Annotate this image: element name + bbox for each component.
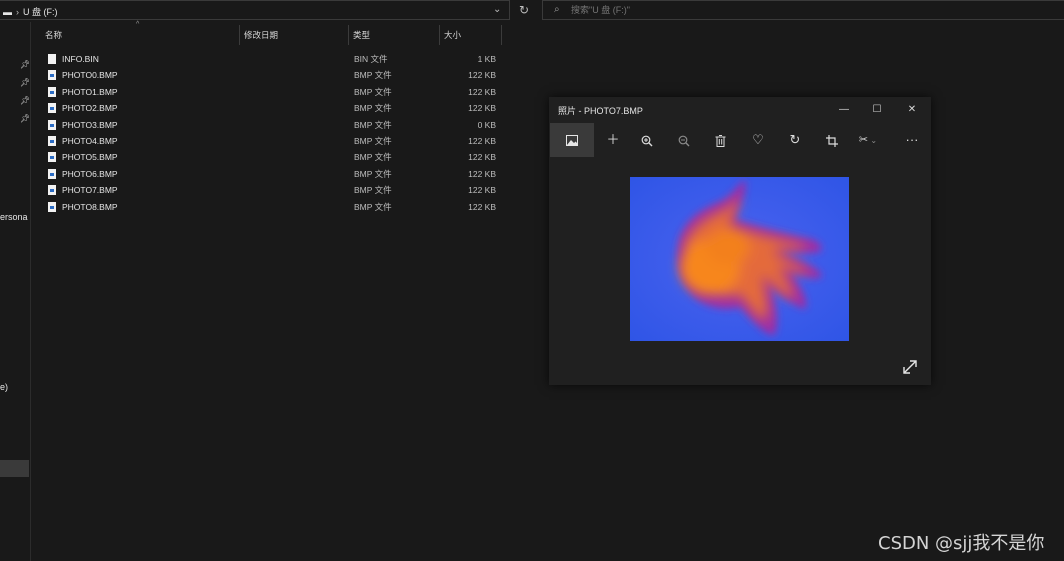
bmp-file-icon	[48, 168, 56, 179]
favorite-icon[interactable]: ♡	[740, 123, 776, 157]
hand-thermal-image	[630, 177, 849, 341]
file-size: 122 KB	[468, 152, 496, 163]
file-type: BMP 文件	[354, 185, 392, 196]
zoom-in-icon[interactable]	[629, 123, 665, 157]
search-icon: ⌕	[554, 4, 560, 15]
breadcrumb-item-drive[interactable]: U 盘 (F:)	[23, 7, 58, 17]
bmp-file-icon	[48, 201, 56, 212]
breadcrumb: ▬ › U 盘 (F:)	[3, 5, 58, 18]
close-button[interactable]: ✕	[899, 101, 925, 119]
bmp-file-icon	[48, 152, 56, 163]
file-size: 122 KB	[468, 168, 496, 179]
pin-icon: 📌︎	[20, 60, 31, 69]
chevron-down-icon[interactable]: ⌄	[493, 4, 501, 15]
file-size: 1 KB	[477, 54, 496, 64]
file-icon	[48, 54, 56, 64]
navigation-pane: 📌︎ 📌︎ 📌︎ 📌︎ ersona e)	[0, 22, 31, 561]
file-name: PHOTO8.BMP	[62, 201, 118, 212]
file-row[interactable]: PHOTO4.BMP BMP 文件 122 KB	[40, 133, 510, 149]
window-title: 照片 - PHOTO7.BMP	[558, 106, 643, 116]
drive-icon: ▬	[3, 7, 12, 17]
search-input[interactable]	[571, 3, 871, 17]
file-size: 122 KB	[468, 103, 496, 114]
bmp-file-icon	[48, 185, 56, 196]
file-list: INFO.BIN BIN 文件 1 KB PHOTO0.BMP BMP 文件 122 K…	[40, 51, 510, 215]
file-name: PHOTO4.BMP	[62, 135, 118, 146]
file-name: PHOTO0.BMP	[62, 70, 118, 81]
file-row[interactable]: PHOTO7.BMP BMP 文件 122 KB	[40, 182, 510, 198]
file-type: BMP 文件	[354, 103, 392, 114]
nav-item-selected[interactable]	[0, 460, 29, 477]
image-icon	[566, 135, 578, 147]
crop-icon[interactable]	[814, 123, 850, 157]
file-row[interactable]: PHOTO3.BMP BMP 文件 0 KB	[40, 117, 510, 133]
file-size: 122 KB	[468, 135, 496, 146]
column-header-date[interactable]: 修改日期	[240, 25, 349, 45]
file-size: 122 KB	[468, 86, 496, 97]
file-name: PHOTO3.BMP	[62, 119, 118, 130]
file-type: BIN 文件	[354, 54, 388, 64]
file-row[interactable]: PHOTO2.BMP BMP 文件 122 KB	[40, 100, 510, 116]
watermark: CSDN @sjj我不是你	[878, 533, 1045, 554]
file-name: PHOTO7.BMP	[62, 185, 118, 196]
rotate-icon[interactable]: ↻	[777, 123, 813, 157]
file-type: BMP 文件	[354, 135, 392, 146]
file-name: PHOTO1.BMP	[62, 86, 118, 97]
image-info-button[interactable]	[550, 123, 594, 157]
pin-icon: 📌︎	[20, 96, 31, 105]
minimize-button[interactable]: —	[831, 101, 857, 119]
file-name: PHOTO6.BMP	[62, 168, 118, 179]
file-row[interactable]: PHOTO1.BMP BMP 文件 122 KB	[40, 84, 510, 100]
address-field[interactable]: ▬ › U 盘 (F:) ⌄	[0, 0, 510, 20]
column-header-type[interactable]: 类型	[349, 25, 440, 45]
bmp-file-icon	[48, 135, 56, 146]
file-type: BMP 文件	[354, 119, 392, 130]
search-box[interactable]: ⌕	[542, 0, 1064, 20]
add-icon[interactable]: ＋	[595, 123, 631, 157]
maximize-button[interactable]: ☐	[864, 101, 890, 119]
chevron-right-icon: ›	[16, 7, 19, 17]
nav-item-personal[interactable]: ersona	[0, 212, 28, 222]
edit-icon[interactable]: ✂ ⌄	[850, 123, 886, 157]
file-size: 0 KB	[477, 119, 496, 130]
delete-icon[interactable]	[702, 123, 738, 157]
photos-window: 照片 - PHOTO7.BMP — ☐ ✕ ＋ ♡ ↻ ✂ ⌄ ···	[549, 97, 931, 385]
column-header-size[interactable]: 大小	[440, 25, 502, 45]
file-name: INFO.BIN	[62, 54, 99, 64]
file-row[interactable]: PHOTO6.BMP BMP 文件 122 KB	[40, 166, 510, 182]
file-name: PHOTO5.BMP	[62, 152, 118, 163]
file-type: BMP 文件	[354, 70, 392, 81]
bmp-file-icon	[48, 119, 56, 130]
file-row[interactable]: INFO.BIN BIN 文件 1 KB	[40, 51, 510, 67]
bmp-file-icon	[48, 70, 56, 81]
file-type: BMP 文件	[354, 86, 392, 97]
more-icon[interactable]: ···	[894, 123, 930, 157]
file-size: 122 KB	[468, 70, 496, 81]
zoom-out-icon[interactable]	[666, 123, 702, 157]
file-type: BMP 文件	[354, 168, 392, 179]
refresh-icon[interactable]: ↻	[516, 2, 532, 18]
file-type: BMP 文件	[354, 152, 392, 163]
expand-icon[interactable]	[901, 358, 919, 376]
file-size: 122 KB	[468, 185, 496, 196]
file-row[interactable]: PHOTO0.BMP BMP 文件 122 KB	[40, 67, 510, 83]
address-bar: ▬ › U 盘 (F:) ⌄ ↻ ⌕	[0, 0, 1064, 22]
pin-icon: 📌︎	[20, 114, 31, 123]
column-header-name[interactable]: 名称	[41, 25, 240, 45]
bmp-file-icon	[48, 103, 56, 114]
nav-item-drive[interactable]: e)	[0, 382, 8, 392]
bmp-file-icon	[48, 86, 56, 97]
pin-icon: 📌︎	[20, 78, 31, 87]
file-row[interactable]: PHOTO5.BMP BMP 文件 122 KB	[40, 149, 510, 165]
file-type: BMP 文件	[354, 201, 392, 212]
file-size: 122 KB	[468, 201, 496, 212]
thermal-image	[630, 177, 849, 341]
file-name: PHOTO2.BMP	[62, 103, 118, 114]
file-row[interactable]: PHOTO8.BMP BMP 文件 122 KB	[40, 199, 510, 215]
